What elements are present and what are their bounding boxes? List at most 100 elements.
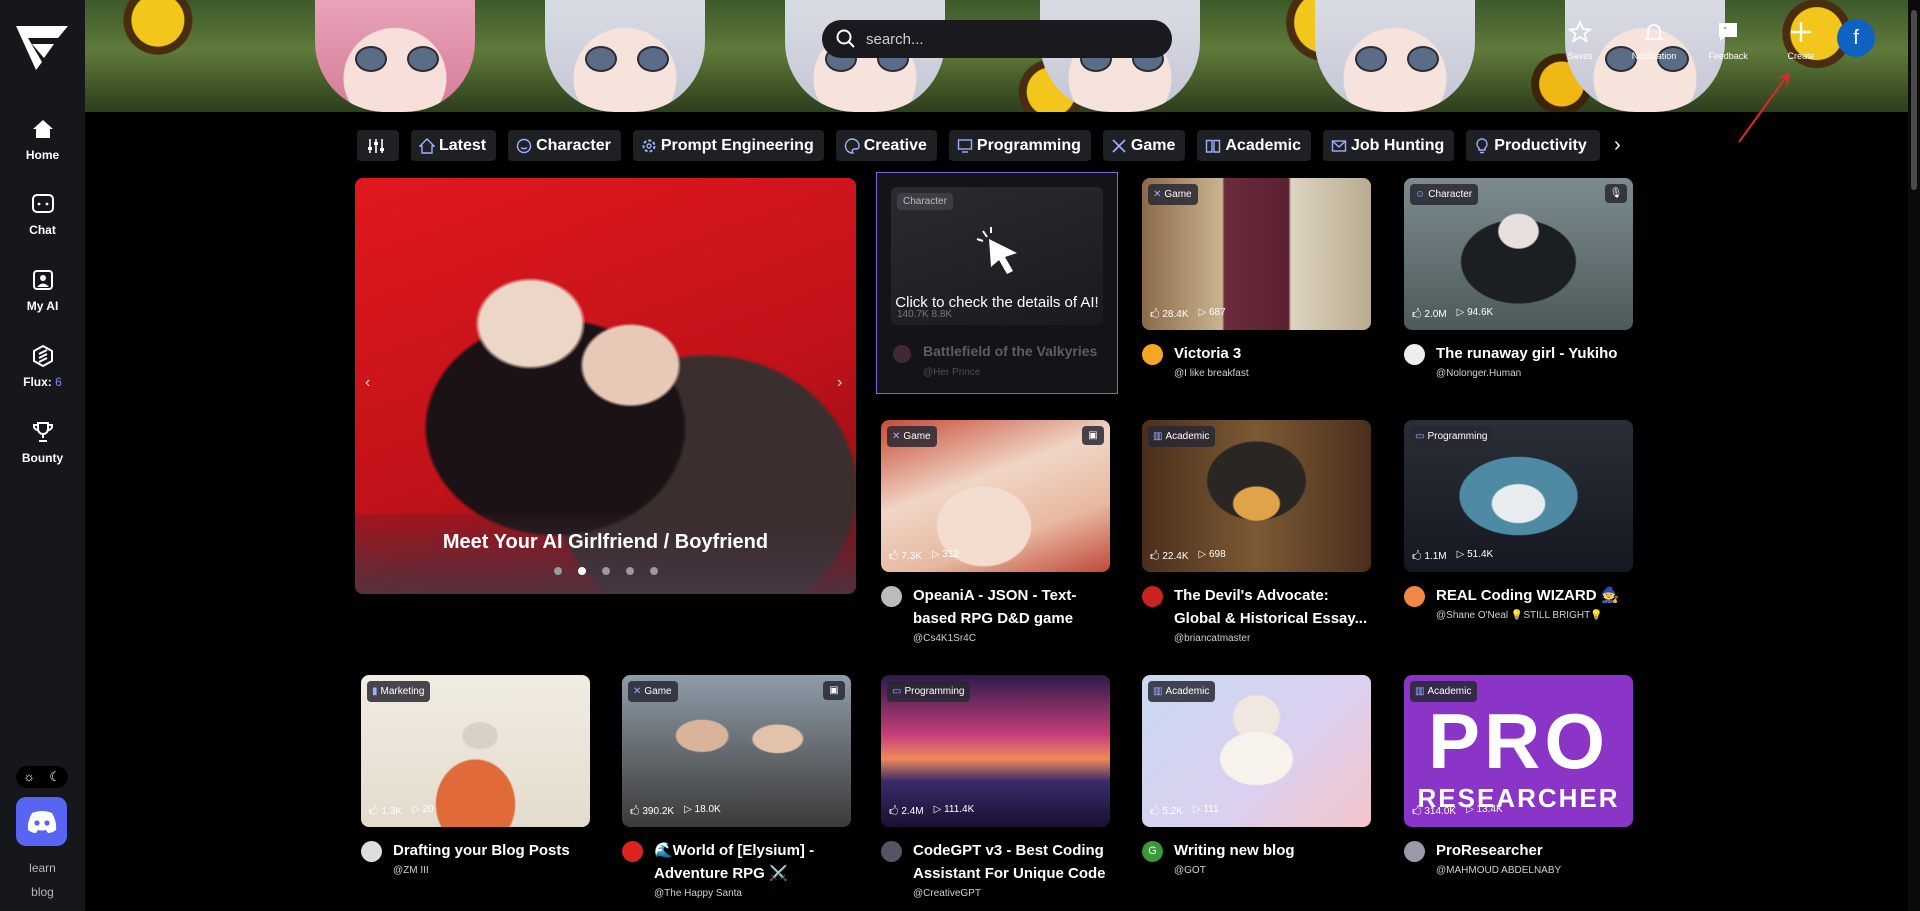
author-avatar [1404, 586, 1425, 607]
category-label: Latest [439, 136, 487, 154]
card-author: @ZM III [393, 865, 429, 876]
learn-link[interactable]: learn [0, 861, 85, 875]
category-label: Productivity [1494, 136, 1587, 154]
category-academic[interactable]: Academic [1197, 130, 1311, 161]
card-author: @CreativeGPT [913, 888, 981, 899]
card-stats: 🖒 28.4K ▷ 687 [1150, 307, 1226, 324]
plus-icon [1791, 22, 1811, 42]
category-label: Creative [863, 136, 927, 154]
feedback-icon: “ [1719, 23, 1737, 41]
svg-text:“: “ [1724, 26, 1727, 35]
category-character[interactable]: Character [508, 130, 621, 161]
carousel-dot[interactable] [649, 567, 658, 575]
bell-icon [1643, 24, 1665, 40]
feedback-button[interactable]: “ Feedback [1698, 20, 1758, 64]
chart-icon: ▮ [372, 686, 378, 697]
user-avatar[interactable]: f [1837, 19, 1875, 57]
flux-count: 6 [55, 375, 62, 389]
plays-count: ▷ 111 [1192, 804, 1219, 815]
home-icon [32, 120, 53, 138]
filter-button[interactable] [357, 130, 399, 161]
card-title: OpeaniA - JSON - Text-based RPG D&D game… [913, 587, 1077, 627]
sun-icon[interactable]: ☼ [23, 766, 35, 788]
author-avatar [1404, 344, 1425, 365]
sidebar-item-chat[interactable]: Chat [0, 192, 85, 239]
ai-card[interactable]: ✕ Game ▣ 🖒 7.3K ▷ 312 OpeaniA - JSON - Tex… [881, 420, 1110, 644]
search-bar[interactable] [822, 20, 1172, 58]
category-productivity[interactable]: Productivity [1466, 130, 1601, 161]
app-logo-icon[interactable] [14, 22, 70, 74]
card-author: @Shane O'Neal 💡STILL BRIGHT💡 [1436, 610, 1603, 621]
sidebar-item-home[interactable]: Home [0, 117, 85, 164]
card-thumbnail: ☺ Character 🎙 🖒 2.0M ▷ 94.6K [1404, 178, 1633, 330]
author-avatar [1142, 586, 1163, 607]
ai-card[interactable]: ▥ Academic 🖒 22.4K ▷ 698 The Devil's Advoc… [1142, 420, 1371, 644]
card-title: Victoria 3 [1174, 345, 1242, 362]
ai-card[interactable]: ▭ Programming 🖒 1.1M ▷ 51.4K REAL Coding W… [1404, 420, 1633, 644]
carousel-dot-active[interactable] [577, 567, 586, 575]
sidebar-item-label: Flux: 6 [23, 375, 62, 389]
ai-card[interactable]: ☺ Character 🎙 🖒 2.0M ▷ 94.6K The runaway g… [1404, 178, 1633, 402]
author-avatar [1404, 841, 1425, 862]
hero-carousel[interactable]: Meet Your AI Girlfriend / Boyfriend ‹ › [355, 178, 856, 594]
category-programming[interactable]: Programming [948, 130, 1091, 161]
sidebar-item-bounty[interactable]: Bounty [0, 420, 85, 467]
sidebar-item-flux[interactable]: Flux: 6 [0, 344, 85, 391]
featured-ai-card[interactable]: Character 140.7K 8.8K Click to check the… [876, 172, 1118, 394]
ai-card[interactable]: ▥ Academic 🖒 5.2K ▷ 111 G Writing new blog… [1142, 675, 1371, 899]
category-creative[interactable]: Creative [835, 130, 937, 161]
category-job-hunting[interactable]: Job Hunting [1322, 130, 1455, 161]
carousel-dot[interactable] [601, 567, 610, 575]
category-latest[interactable]: Latest [411, 130, 497, 161]
moon-icon[interactable]: ☾ [49, 766, 61, 788]
swords-icon: ✕ [633, 686, 642, 697]
hero-caption-overlay [355, 514, 856, 594]
discord-button[interactable] [16, 797, 67, 846]
category-game[interactable]: Game [1102, 130, 1186, 161]
ai-card[interactable]: ▮ Marketing 🖒 1.3K ▷ 20 Drafting your Blog… [361, 675, 590, 899]
carousel-dot[interactable] [625, 567, 634, 575]
smile-icon [516, 138, 532, 153]
sidebar-item-my-ai[interactable]: My AI [0, 268, 85, 315]
carousel-dot[interactable] [553, 567, 562, 575]
card-overlay-text: Click to check the details of AI! [895, 294, 1099, 311]
card-author: @I like breakfast [1174, 368, 1249, 379]
card-title: The Devil's Advocate: Global & Historica… [1174, 587, 1368, 627]
chevron-right-icon[interactable]: › [1614, 134, 1621, 157]
blog-link[interactable]: blog [0, 885, 85, 899]
category-badge: ☺ Character [1410, 184, 1479, 205]
swords-icon: ✕ [1153, 189, 1162, 200]
card-stats: 🖒 390.2K ▷ 18.0K [630, 804, 721, 821]
carousel-next-icon[interactable]: › [837, 374, 842, 392]
create-label: Create [1787, 51, 1815, 61]
card-thumbnail: ▥ Academic 🖒 22.4K ▷ 698 [1142, 420, 1371, 572]
ai-card[interactable]: ▭ Programming 🖒 2.4M ▷ 111.4K CodeGPT v3 -… [881, 675, 1110, 899]
scrollbar-thumb[interactable] [1911, 10, 1917, 190]
ai-card[interactable]: ✕ Game 🖒 28.4K ▷ 687 Victoria 3 @I like br… [1142, 178, 1371, 402]
card-title: Drafting your Blog Posts [393, 842, 570, 859]
likes-count: 🖒 5.2K [1150, 806, 1183, 817]
theme-toggle[interactable]: ☼ ☾ [16, 766, 68, 788]
home-outline-icon [419, 137, 435, 154]
ai-card[interactable]: ▥ Academic PRO RESEARCHER 🖒 314.0K ▷ 13.4K… [1404, 675, 1633, 899]
annotation-arrow-icon [1738, 72, 1791, 143]
plays-count: ▷ 687 [1198, 307, 1226, 318]
monitor-icon [957, 138, 973, 153]
search-input[interactable] [864, 29, 1158, 49]
likes-count: 🖒 2.4M [889, 806, 924, 817]
saves-button[interactable]: Saves [1550, 20, 1610, 64]
trophy-icon [32, 422, 53, 442]
card-thumbnail: ▥ Academic PRO RESEARCHER 🖒 314.0K ▷ 13.4K [1404, 675, 1633, 827]
card-thumbnail: ✕ Game ▣ 🖒 7.3K ▷ 312 [881, 420, 1110, 572]
card-thumbnail: ▭ Programming 🖒 2.4M ▷ 111.4K [881, 675, 1110, 827]
notification-button[interactable]: Notification [1624, 20, 1684, 64]
book-icon [1206, 139, 1221, 153]
carousel-prev-icon[interactable]: ‹ [365, 374, 370, 392]
card-author: @GOT [1174, 865, 1206, 876]
likes-count: 🖒 2.0M [1412, 309, 1447, 320]
ai-card[interactable]: ✕ Game ▣ 🖒 390.2K ▷ 18.0K 🌊World of [Elysi… [622, 675, 851, 899]
create-button[interactable]: Create [1771, 20, 1831, 64]
category-prompt-engineering[interactable]: Prompt Engineering [632, 130, 824, 161]
book-icon: ▥ [1153, 686, 1163, 697]
author-avatar [361, 841, 382, 862]
